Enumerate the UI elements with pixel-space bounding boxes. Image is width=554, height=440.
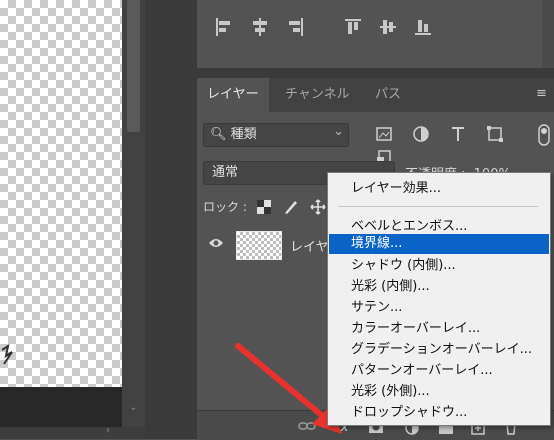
horizontal-scrollbar[interactable] [0, 427, 145, 439]
filter-toggle-icon[interactable] [534, 123, 554, 147]
lock-position-icon[interactable] [310, 199, 326, 215]
image-icon[interactable] [374, 124, 394, 144]
menu-item-layer-effects[interactable]: レイヤー効果... [329, 179, 549, 199]
tab-layers[interactable]: レイヤー [197, 78, 269, 112]
align-bottom-edges-icon[interactable] [413, 16, 433, 38]
layers-panel-tabs: レイヤー チャンネル パス [197, 78, 554, 112]
menu-item-inner-glow[interactable]: 光彩 (内側)... [329, 277, 549, 297]
lock-label: ロック : [203, 200, 247, 214]
layer-style-context-menu: レイヤー効果... ベベルとエンボス... 境界線... シャドウ (内側)..… [327, 172, 551, 426]
menu-item-color-overlay[interactable]: カラーオーバーレイ... [329, 319, 549, 339]
lock-row: ロック : [203, 198, 247, 215]
adjustment-icon[interactable] [411, 124, 431, 144]
menu-item-gradient-overlay[interactable]: グラデーションオーバーレイ... [329, 340, 549, 360]
align-left-edges-icon[interactable] [214, 16, 234, 38]
menu-item-outer-glow[interactable]: 光彩 (外側)... [329, 382, 549, 402]
menu-item-stroke[interactable]: 境界線... [329, 234, 549, 254]
scroll-right-icon[interactable]: › [106, 425, 110, 436]
eye-icon[interactable] [208, 237, 224, 249]
align-horizontal-centers-icon[interactable] [250, 16, 270, 38]
align-panel-scrollbar[interactable] [542, 0, 554, 68]
shape-icon[interactable] [485, 124, 505, 144]
panel-menu-icon[interactable]: ≡ [536, 86, 547, 101]
chevron-down-icon: ⌄ [333, 124, 344, 139]
filter-label: 種類 [230, 127, 257, 142]
document-canvas[interactable] [0, 0, 122, 387]
tab-channels[interactable]: チャンネル [275, 78, 360, 112]
canvas-pasteboard [0, 387, 122, 427]
panel-gap [197, 69, 554, 78]
tab-paths[interactable]: パス [365, 78, 411, 112]
lock-image-pixels-icon[interactable] [283, 199, 299, 215]
scrollbar-thumb[interactable] [127, 0, 140, 132]
scroll-down-icon[interactable]: ⌄ [127, 402, 140, 416]
layer-thumbnail[interactable] [236, 231, 282, 260]
align-top-edges-icon[interactable] [343, 16, 363, 38]
menu-item-inner-shadow[interactable]: シャドウ (内側)... [329, 256, 549, 276]
align-vertical-centers-icon[interactable] [378, 16, 398, 38]
menu-item-drop-shadow[interactable]: ドロップシャドウ... [329, 403, 549, 423]
layer-filter-select[interactable]: 🔍︎ 種類 ⌄ [203, 123, 349, 147]
blend-mode-value: 通常 [212, 165, 239, 180]
type-icon[interactable] [448, 124, 468, 144]
lock-transparent-pixels-icon[interactable] [257, 200, 271, 214]
menu-separator [338, 206, 538, 207]
menu-item-pattern-overlay[interactable]: パターンオーバーレイ... [329, 361, 549, 381]
panel-divider [145, 0, 197, 439]
menu-item-satin[interactable]: サテン... [329, 298, 549, 318]
canvas-artwork-fragment [1, 343, 13, 365]
search-icon: 🔍︎ [210, 127, 227, 142]
layer-name[interactable]: レイヤ [290, 236, 329, 255]
align-right-edges-icon[interactable] [285, 16, 305, 38]
